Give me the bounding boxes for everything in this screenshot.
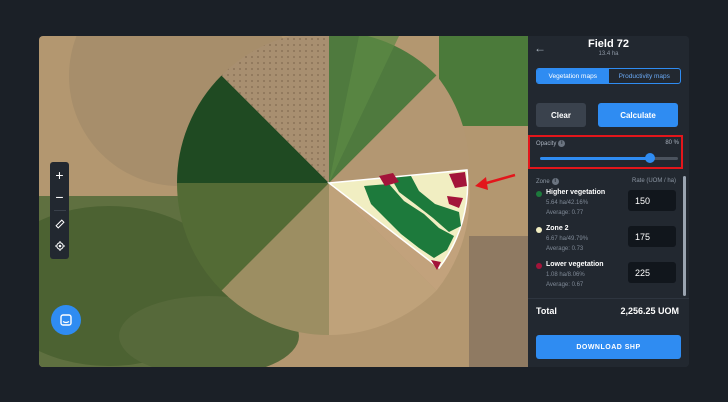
- total-label: Total: [536, 306, 557, 316]
- zone-average: Average: 0.73: [546, 246, 584, 252]
- field-panel: ← Field 72 13.4 ha Vegetation maps Produ…: [528, 36, 689, 367]
- field-area: 13.4 ha: [598, 51, 619, 57]
- zone-color-dot: [536, 227, 542, 233]
- zones-scrollbar[interactable]: [683, 176, 686, 296]
- rate-column-label: Rate (UOM / ha): [631, 178, 676, 184]
- zone-column-label: Zone: [536, 179, 550, 186]
- rate-input[interactable]: 225: [628, 262, 676, 283]
- info-icon[interactable]: i: [551, 178, 559, 185]
- map-type-tabs: Vegetation maps Productivity maps: [536, 68, 681, 84]
- map-imagery[interactable]: [39, 36, 528, 367]
- total-value: 2,256.25 UOM: [620, 306, 679, 316]
- control-divider: [53, 210, 66, 211]
- app-frame: + − ← Field 72 13.4 ha Vegetation maps P…: [39, 36, 689, 367]
- satellite-map[interactable]: + −: [39, 36, 528, 367]
- zones-header: Zone i Rate (UOM / ha): [536, 178, 676, 185]
- field-title: Field 72: [588, 38, 629, 50]
- zone-area: 5.64 ha/42.16%: [546, 200, 589, 206]
- rate-input[interactable]: 175: [628, 226, 676, 247]
- opacity-label: Opacity i: [536, 140, 566, 148]
- opacity-slider-fill[interactable]: [540, 157, 650, 160]
- chat-button[interactable]: [51, 305, 81, 335]
- tab-productivity-maps[interactable]: Productivity maps: [609, 69, 681, 83]
- rate-input[interactable]: 150: [628, 190, 676, 211]
- zone-row-zone2: Zone 2 6.67 ha/49.79% Average: 0.73 175: [536, 224, 676, 260]
- zone-row-lower: Lower vegetation 1.08 ha/8.06% Average: …: [536, 260, 676, 296]
- zoom-out-button[interactable]: −: [50, 186, 69, 208]
- ruler-icon[interactable]: [50, 213, 69, 235]
- calculate-button[interactable]: Calculate: [598, 103, 678, 127]
- zone-average: Average: 0.77: [546, 210, 584, 216]
- opacity-slider-thumb[interactable]: [645, 153, 655, 163]
- clear-button[interactable]: Clear: [536, 103, 586, 127]
- zone-color-dot: [536, 263, 542, 269]
- zone-area: 1.08 ha/8.06%: [546, 272, 585, 278]
- download-shp-button[interactable]: DOWNLOAD SHP: [536, 335, 681, 359]
- zone-row-higher: Higher vegetation 5.64 ha/42.16% Average…: [536, 188, 676, 224]
- zone-color-dot: [536, 191, 542, 197]
- zoom-in-button[interactable]: +: [50, 164, 69, 186]
- divider: [528, 298, 689, 299]
- opacity-value: 80 %: [665, 140, 679, 146]
- panel-header: ← Field 72 13.4 ha: [528, 36, 689, 66]
- locate-icon[interactable]: [50, 235, 69, 257]
- zone-name: Lower vegetation: [546, 261, 604, 268]
- zone-name: Zone 2: [546, 225, 569, 232]
- zone-name: Higher vegetation: [546, 189, 606, 196]
- opacity-label-text: Opacity: [536, 141, 557, 148]
- map-controls: + −: [50, 162, 69, 259]
- tab-vegetation-maps[interactable]: Vegetation maps: [537, 69, 609, 83]
- zone-average: Average: 0.67: [546, 282, 584, 288]
- zone-area: 6.67 ha/49.79%: [546, 236, 589, 242]
- chat-icon: [60, 314, 72, 326]
- info-icon[interactable]: i: [558, 140, 566, 147]
